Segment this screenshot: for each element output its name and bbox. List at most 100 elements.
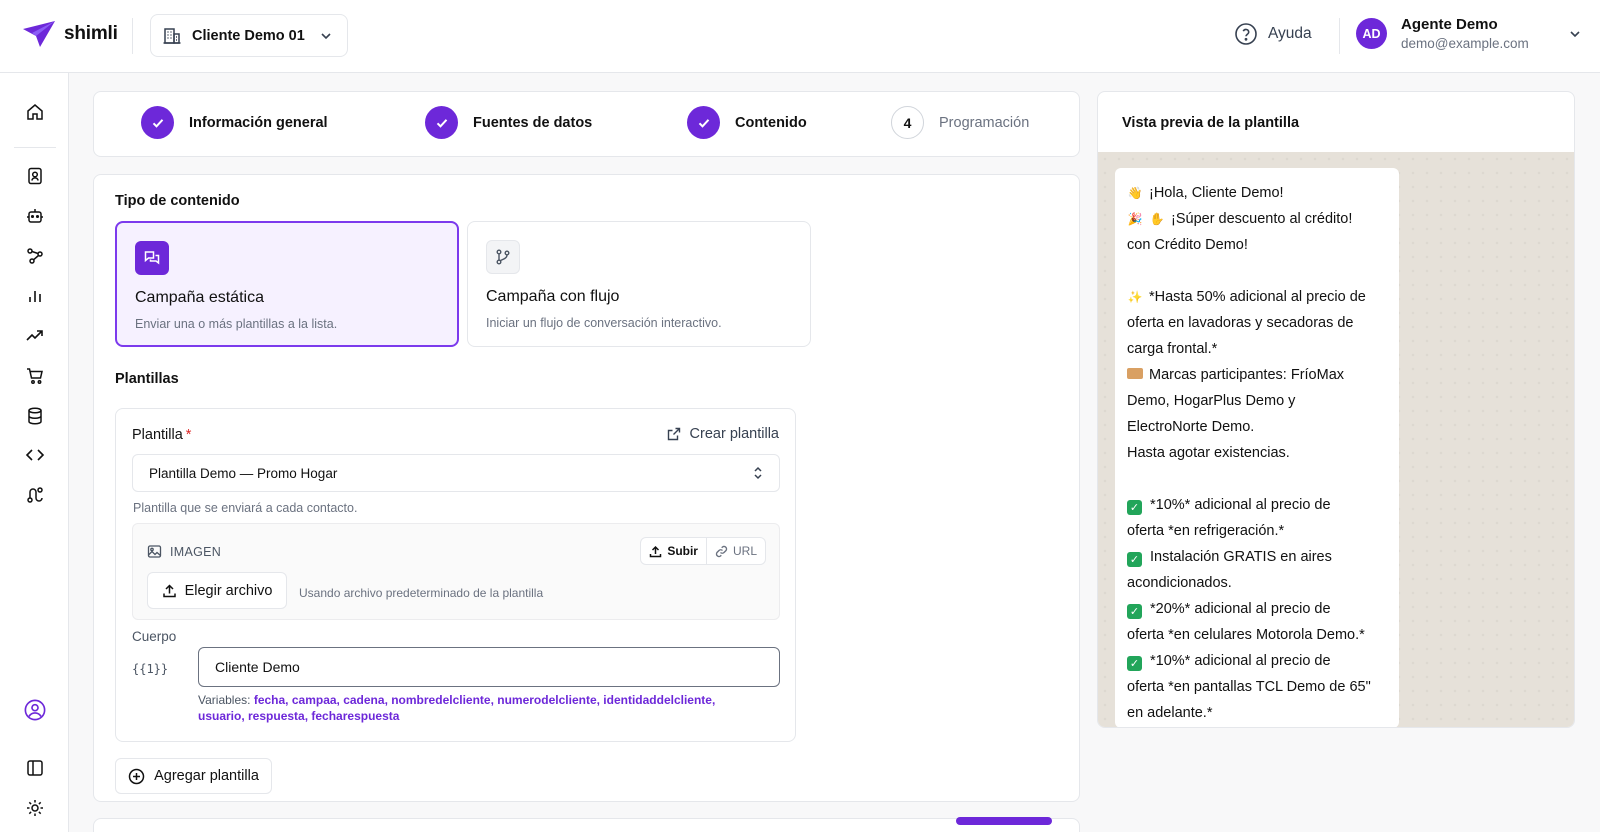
message-line: Marcas participantes: FríoMax <box>1127 362 1387 388</box>
avatar: AD <box>1356 18 1387 49</box>
help-button[interactable]: Ayuda <box>1234 22 1312 46</box>
file-note: Usando archivo predeterminado de la plan… <box>299 586 544 600</box>
variables-list: Variables: fecha, campaa, cadena, nombre… <box>198 692 758 724</box>
body-variable-input[interactable] <box>198 647 780 687</box>
user-email: demo@example.com <box>1401 36 1529 51</box>
template-select[interactable]: Plantilla Demo — Promo Hogar <box>132 454 780 492</box>
contacts-icon[interactable] <box>24 165 46 187</box>
message-line: acondicionados. <box>1127 575 1232 591</box>
bot-icon[interactable] <box>24 205 46 227</box>
sidebar-divider <box>14 147 56 148</box>
choose-file-label: Elegir archivo <box>184 582 273 599</box>
user-circle-icon[interactable] <box>24 699 46 721</box>
content-card: Tipo de contenido Campaña estática Envia… <box>93 174 1080 802</box>
step-informacion-general[interactable]: Información general <box>141 106 328 139</box>
help-circle-icon <box>1235 23 1257 45</box>
url-toggle[interactable]: URL <box>707 538 765 564</box>
message-line: en adelante.* <box>1127 705 1213 721</box>
cart-icon[interactable] <box>24 365 46 387</box>
step-label: Fuentes de datos <box>473 114 593 131</box>
line-text: *10%* adicional al precio de <box>1150 497 1331 513</box>
message-line: con Crédito Demo! <box>1127 237 1248 253</box>
message-line: ✨ *Hasta 50% adicional al precio de <box>1127 284 1387 310</box>
step-number: 4 <box>891 106 924 139</box>
message-line: Demo, HogarPlus Demo y <box>1127 393 1296 409</box>
next-button[interactable] <box>956 817 1052 825</box>
message-bubble: 👋 ¡Hola, Cliente Demo! 🎉 ✋ ¡Súper descuento… <box>1115 168 1399 727</box>
template-box: Plantilla * Crear plantilla Plantilla Dem… <box>115 408 796 742</box>
line-text: Instalación GRATIS en aires <box>1150 549 1332 565</box>
step-label: Contenido <box>735 114 807 131</box>
chevron-down-icon[interactable] <box>1568 27 1582 41</box>
divider <box>1339 18 1340 54</box>
template-preview: Vista previa de la plantilla 👋 ¡Hola, Cli… <box>1097 91 1575 728</box>
upload-icon <box>650 545 662 557</box>
hand-icon: ✋ <box>1149 212 1165 226</box>
party-icon: 🎉 <box>1127 212 1143 226</box>
workflow-icon[interactable] <box>24 245 46 267</box>
message-line: oferta *en celulares Motorola Demo.* <box>1127 627 1365 643</box>
panel-toggle-icon[interactable] <box>24 757 46 779</box>
step-contenido[interactable]: Contenido <box>687 106 807 139</box>
step-programacion[interactable]: 4 Programación <box>891 106 1029 139</box>
sidebar <box>0 73 69 832</box>
url-label: URL <box>732 544 757 558</box>
home-icon[interactable] <box>24 101 46 123</box>
image-header-box: IMAGEN Subir URL Elegir archivo Usando a… <box>132 523 780 620</box>
bottom-actions-card <box>93 817 1080 832</box>
step-fuentes-de-datos[interactable]: Fuentes de datos <box>425 106 592 139</box>
building-icon <box>163 27 181 44</box>
variable-token: {{1}} <box>132 662 169 676</box>
trending-up-icon[interactable] <box>24 325 46 347</box>
message-line <box>1127 258 1387 284</box>
divider <box>132 18 133 54</box>
templates-title: Plantillas <box>115 371 179 387</box>
line-text: *Hasta 50% adicional al precio de <box>1149 289 1366 305</box>
paper-plane-icon <box>23 21 55 47</box>
option-title: Campaña estática <box>135 289 264 306</box>
message-line: oferta *en refrigeración.* <box>1127 523 1285 539</box>
check-mark-icon: ✓ <box>1127 500 1142 515</box>
variables-label: Variables: <box>198 693 251 707</box>
chat-background: 👋 ¡Hola, Cliente Demo! 🎉 ✋ ¡Súper descuento… <box>1098 152 1574 727</box>
add-template-label: Agregar plantilla <box>154 768 259 784</box>
app-name: shimli <box>64 23 118 44</box>
client-selector[interactable]: Cliente Demo 01 <box>150 14 348 57</box>
route-icon[interactable] <box>24 484 46 506</box>
git-branch-icon <box>486 240 520 274</box>
message-line: ✓ Instalación GRATIS en aires <box>1127 544 1387 570</box>
upload-toggle[interactable]: Subir <box>641 538 707 564</box>
line-text: ¡Hola, Cliente Demo! <box>1149 185 1284 201</box>
option-campana-con-flujo[interactable]: Campaña con flujo Iniciar un flujo de co… <box>467 221 811 347</box>
app-logo[interactable]: shimli <box>22 20 118 48</box>
code-icon[interactable] <box>24 444 46 466</box>
wave-icon: 👋 <box>1127 186 1143 200</box>
preview-title: Vista previa de la plantilla <box>1122 115 1300 131</box>
gear-icon[interactable] <box>24 797 46 819</box>
check-mark-icon: ✓ <box>1127 552 1142 567</box>
variables-line: usuario, respuesta, fecharespuesta <box>198 709 400 723</box>
bar-chart-icon[interactable] <box>24 285 46 307</box>
upload-label: Subir <box>667 544 698 558</box>
create-template-label: Crear plantilla <box>689 426 779 442</box>
add-template-button[interactable]: Agregar plantilla <box>115 758 272 794</box>
external-link-icon <box>667 427 680 441</box>
option-campana-estatica[interactable]: Campaña estática Enviar una o más planti… <box>115 221 459 347</box>
plus-circle-icon <box>128 768 145 784</box>
database-icon[interactable] <box>24 405 46 427</box>
message-line: ElectroNorte Demo. <box>1127 419 1255 435</box>
step-label: Información general <box>189 114 328 131</box>
create-template-link[interactable]: Crear plantilla <box>666 426 779 442</box>
option-description: Iniciar un flujo de conversación interac… <box>486 316 722 330</box>
choose-file-button[interactable]: Elegir archivo <box>147 572 287 609</box>
brands-icon <box>1127 368 1143 379</box>
content-type-title: Tipo de contenido <box>115 193 240 209</box>
message-line: ✓ *10%* adicional al precio de <box>1127 492 1387 518</box>
message-line: 👋 ¡Hola, Cliente Demo! <box>1127 180 1387 206</box>
user-menu[interactable]: AD Agente Demo demo@example.com <box>1356 16 1529 51</box>
chat-bubbles-icon <box>135 241 169 275</box>
line-text: *10%* adicional al precio de <box>1150 653 1331 669</box>
body-label: Cuerpo <box>132 629 177 644</box>
user-name: Agente Demo <box>1401 16 1498 33</box>
help-label: Ayuda <box>1268 25 1312 42</box>
